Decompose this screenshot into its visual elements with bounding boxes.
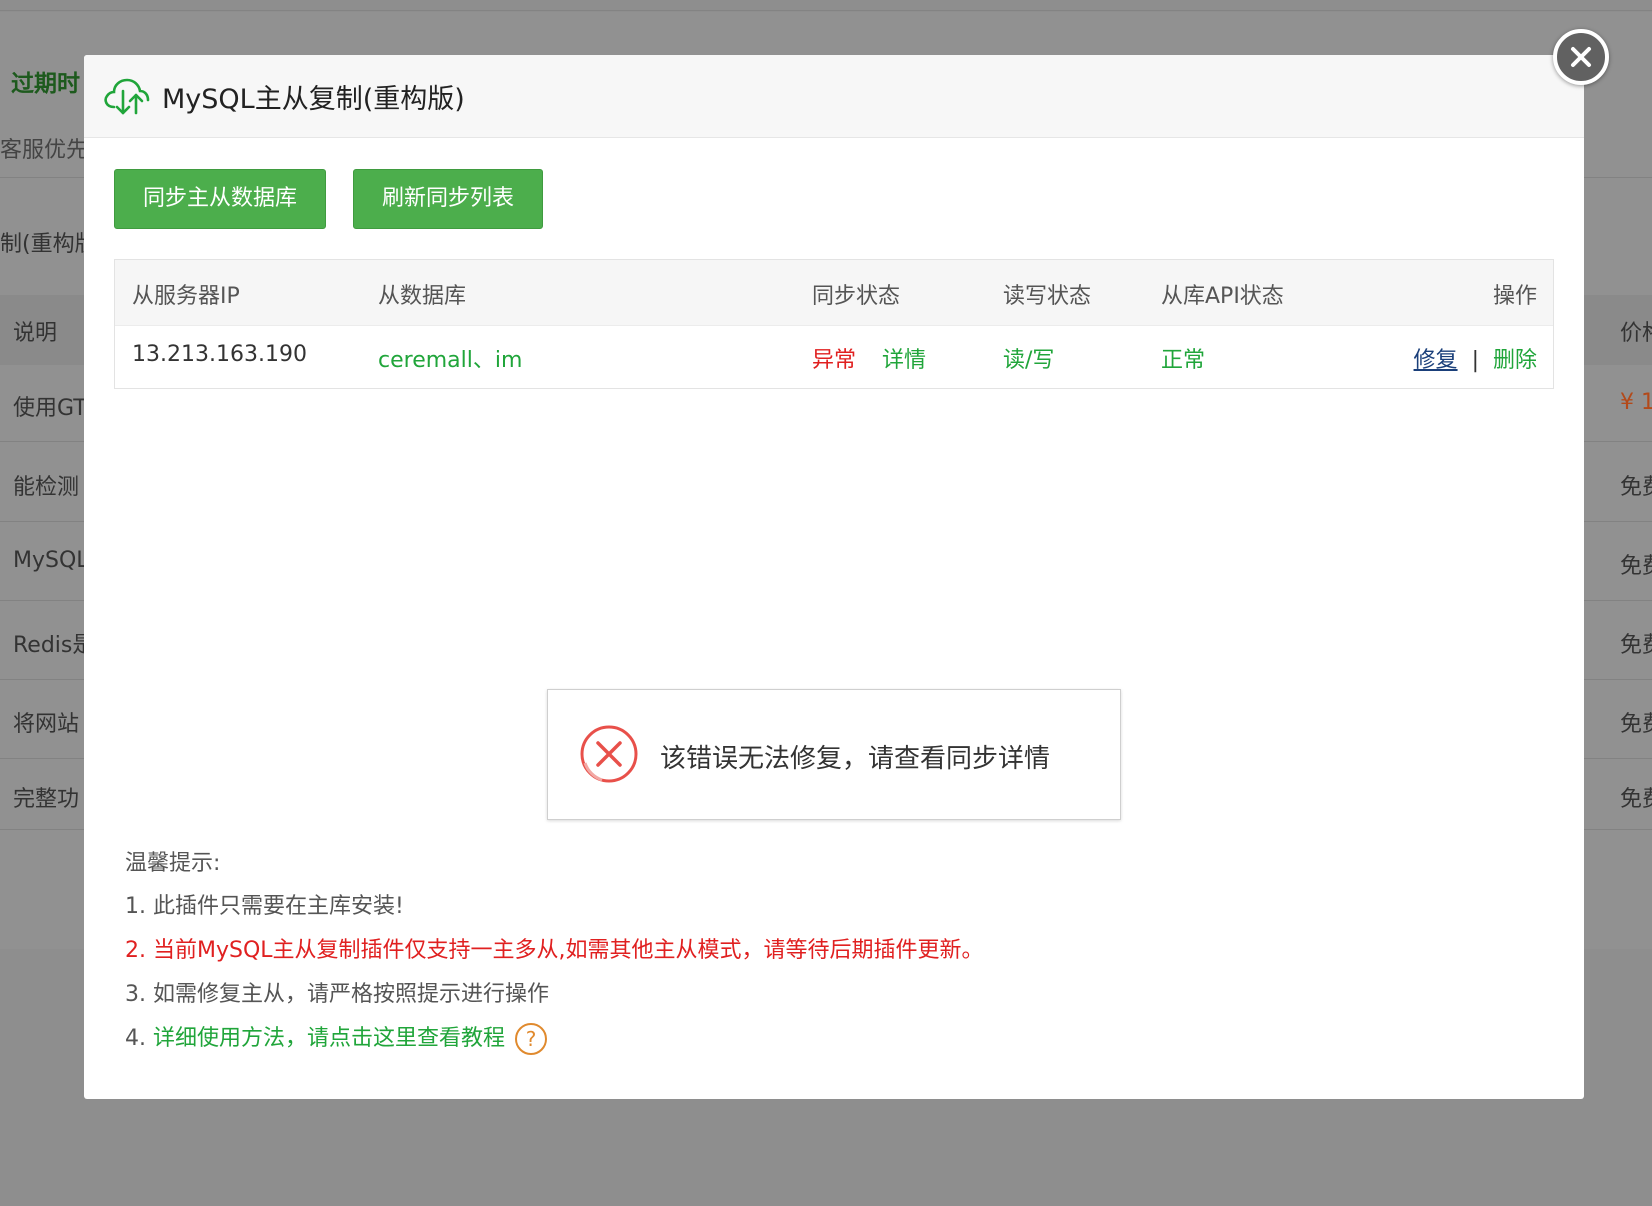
cloud-sync-icon	[102, 75, 150, 117]
repair-link[interactable]: 修复	[1414, 348, 1458, 373]
table-header: 从服务器IP 从数据库 同步状态 读写状态 从库API状态 操作	[115, 260, 1553, 326]
background-row-label: 完整功	[13, 787, 80, 812]
background-top-border	[0, 0, 1652, 11]
error-message: 该错误无法修复，请查看同步详情	[660, 744, 1051, 774]
column-header-rw-status: 读写状态	[1003, 284, 1092, 309]
column-header-slave-ip: 从服务器IP	[132, 284, 240, 309]
background-plugin-title: 制(重构版	[0, 232, 97, 257]
close-dialog-button[interactable]	[1553, 29, 1609, 85]
refresh-sync-list-button[interactable]: 刷新同步列表	[353, 169, 543, 229]
mysql-replication-dialog: MySQL主从复制(重构版) 同步主从数据库 刷新同步列表 从服务器IP 从数据…	[84, 55, 1584, 1099]
background-row-price: 免费	[1620, 787, 1652, 812]
sync-detail-link[interactable]: 详情	[882, 348, 926, 373]
background-row-label: 将网站	[13, 712, 80, 737]
slave-ip-cell: 13.213.163.190	[132, 342, 307, 367]
background-service-label: 客服优先	[0, 138, 89, 163]
error-toast: 该错误无法修复，请查看同步详情	[547, 689, 1121, 820]
background-row-label: 能检测	[13, 475, 80, 500]
tip-item: 3. 如需修复主从，请严格按照提示进行操作	[125, 982, 549, 1007]
dialog-header: MySQL主从复制(重构版)	[84, 55, 1584, 138]
background-row-price: ¥ 1	[1620, 390, 1652, 415]
tip-item-tutorial: 4. 详细使用方法，请点击这里查看教程?	[125, 1020, 547, 1055]
slave-server-table: 从服务器IP 从数据库 同步状态 读写状态 从库API状态 操作 13.213.…	[114, 259, 1554, 389]
tip-item-warning: 2. 当前MySQL主从复制插件仅支持一主多从,如需其他主从模式，请等待后期插件…	[125, 938, 984, 963]
background-header-desc: 说明	[13, 321, 58, 346]
column-header-sync-status: 同步状态	[812, 284, 901, 309]
tutorial-link[interactable]: 详细使用方法，请点击这里查看教程	[153, 1026, 505, 1051]
background-row-price: 免费	[1620, 475, 1652, 500]
background-row-price: 免费	[1620, 633, 1652, 658]
background-row-label: 使用GT	[13, 396, 87, 421]
column-header-operations: 操作	[1492, 284, 1537, 309]
operations-cell: 修复 | 删除	[1414, 342, 1537, 374]
tip-number: 4.	[125, 1026, 153, 1051]
background-row-price: 免费	[1620, 712, 1652, 737]
background-row-label: MySQL	[13, 548, 89, 573]
column-header-slave-db: 从数据库	[378, 284, 467, 309]
dialog-title: MySQL主从复制(重构版)	[162, 84, 465, 115]
sync-status-cell: 异常 详情	[812, 342, 926, 374]
slave-db-cell: ceremall、im	[378, 348, 523, 373]
sync-status-abnormal: 异常	[812, 348, 857, 373]
error-x-icon	[578, 723, 640, 789]
background-header-price: 价格	[1620, 321, 1652, 346]
background-expire-label: 过期时	[11, 71, 80, 97]
api-status-cell: 正常	[1161, 348, 1206, 373]
rw-status-cell: 读/写	[1003, 348, 1055, 373]
delete-link[interactable]: 删除	[1493, 348, 1537, 373]
column-header-api-status: 从库API状态	[1161, 284, 1284, 309]
tip-item: 1. 此插件只需要在主库安装!	[125, 894, 404, 919]
background-row-label: Redis是	[13, 633, 95, 658]
sync-master-slave-button[interactable]: 同步主从数据库	[114, 169, 326, 229]
operation-separator: |	[1471, 348, 1479, 373]
help-question-icon[interactable]: ?	[515, 1023, 547, 1055]
close-icon	[1571, 47, 1591, 67]
tips-title: 温馨提示:	[125, 851, 221, 876]
background-row-price: 免费	[1620, 554, 1652, 579]
